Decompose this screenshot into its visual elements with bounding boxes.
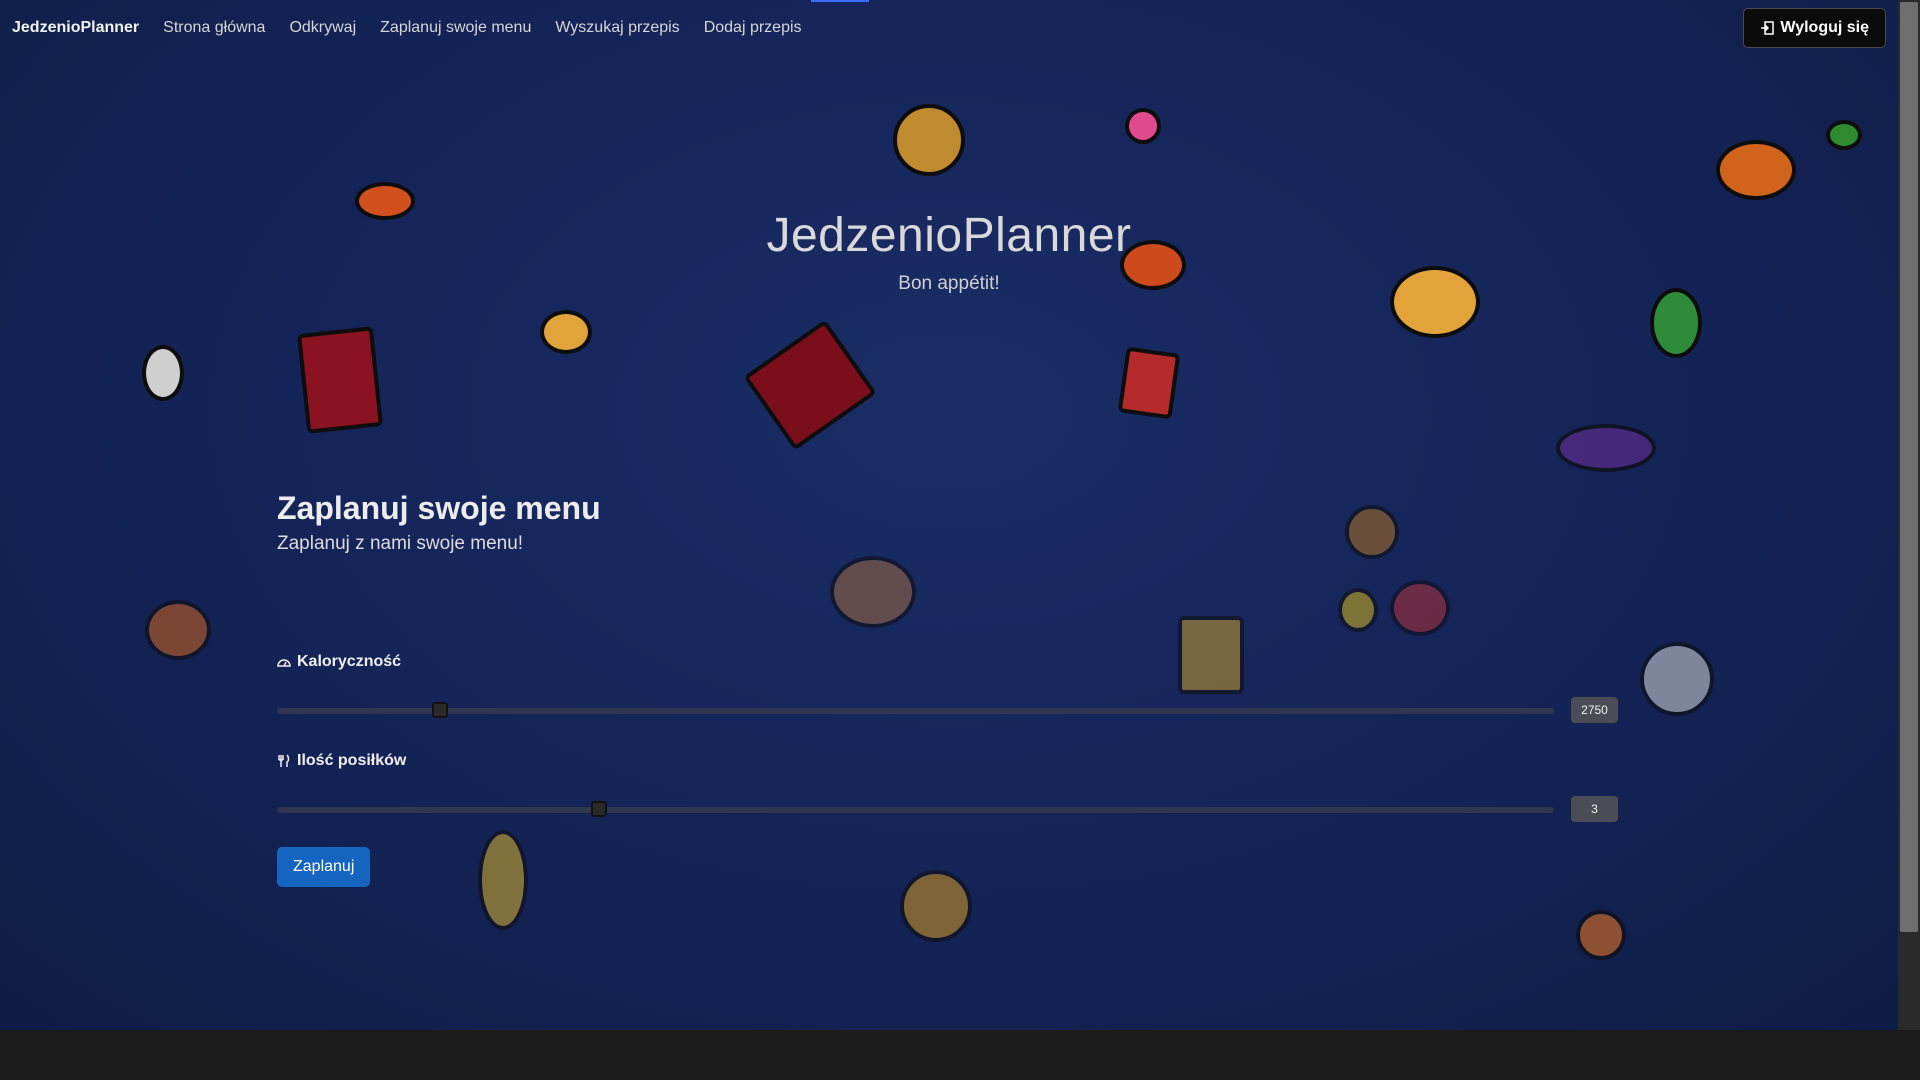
bread-decoration [830,556,916,628]
plan-submit-button[interactable]: Zaplanuj [277,847,371,887]
hero-section: JedzenioPlanner Bon appétit! [0,208,1898,295]
orange-decoration [1576,910,1626,960]
meals-label-text: Ilość posiłków [297,752,407,769]
calories-value-badge: 2750 [1571,697,1618,723]
sushi-decoration [1640,642,1714,716]
meals-value-badge: 3 [1571,796,1618,822]
calories-label-text: Kaloryczność [297,653,402,670]
calories-slider-track[interactable] [277,708,1554,714]
chocolate-bar-decoration [296,326,384,434]
logout-icon [1761,21,1775,35]
calories-slider-thumb[interactable] [432,702,449,718]
candy-decoration [1826,120,1862,150]
logout-label: Wyloguj się [1780,19,1869,36]
brand-logo[interactable]: JedzenioPlanner [12,19,139,37]
calories-slider[interactable]: 2750 [277,695,1618,725]
eggplant-decoration [1556,424,1656,472]
calories-field: Kaloryczność 2750 [277,653,1618,725]
nav-item-add-recipe[interactable]: Dodaj przepis [704,19,802,37]
banana-decoration [478,830,528,930]
app-background: JedzenioPlanner Strona główna Odkrywaj Z… [0,0,1898,1030]
page-scrollbar[interactable] [1898,0,1920,1030]
hero-title: JedzenioPlanner [766,209,1132,262]
meals-label: Ilość posiłków [277,752,1617,770]
popcorn-decoration [1117,346,1181,420]
chocolate-bar-decoration [743,319,877,451]
meals-field: Ilość posiłków 3 [277,752,1618,824]
pizza-slice-decoration [1390,580,1450,636]
calories-label: Kaloryczność [277,653,1617,671]
nav-item-discover[interactable]: Odkrywaj [289,19,356,37]
logout-button[interactable]: Wyloguj się [1743,8,1886,48]
gauge-icon [277,659,291,667]
meals-slider-thumb[interactable] [590,801,607,817]
bottom-bar [0,1030,1920,1080]
scrollbar-thumb[interactable] [1900,2,1918,932]
moon-cookie-decoration [900,870,972,942]
watermelon-decoration [1650,288,1702,358]
planner-header: Zaplanuj swoje menu Zaplanuj z nami swoj… [277,490,1617,555]
nav-item-plan-menu[interactable]: Zaplanuj swoje menu [380,19,531,37]
meals-slider[interactable]: 3 [277,794,1618,824]
fork-knife-icon [278,754,290,767]
egg-decoration [142,345,184,401]
page-title: Zaplanuj swoje menu [277,490,601,526]
shrimp-decoration [145,600,211,660]
active-tab-indicator [811,0,869,2]
fried-chicken-decoration [1716,140,1796,200]
lemon-decoration [1338,588,1378,632]
donut-decoration [893,104,965,176]
hero-subtitle: Bon appétit! [898,273,1000,294]
nav-item-search-recipe[interactable]: Wyszukaj przepis [555,19,679,37]
nav-item-home[interactable]: Strona główna [163,19,265,37]
lollipop-decoration [1125,108,1161,144]
meals-slider-track[interactable] [277,807,1554,813]
page-subtitle: Zaplanuj z nami swoje menu! [277,533,524,554]
top-navigation: JedzenioPlanner Strona główna Odkrywaj Z… [0,0,1898,56]
croissant-decoration [540,310,592,354]
